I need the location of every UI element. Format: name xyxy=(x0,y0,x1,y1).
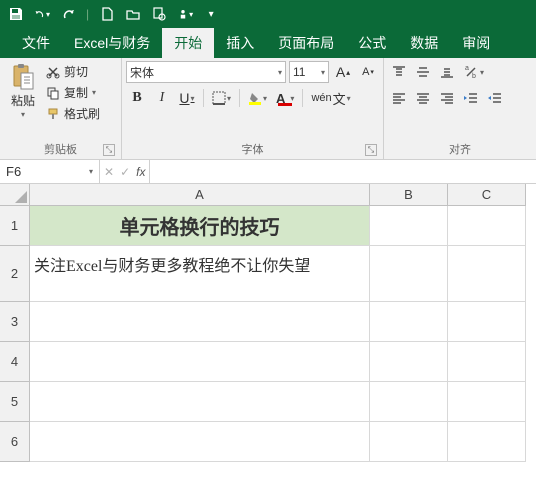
cell-B1[interactable] xyxy=(370,206,448,246)
open-file-icon[interactable] xyxy=(125,6,141,22)
customize-qat-icon[interactable]: ▾ xyxy=(203,6,219,22)
undo-icon[interactable]: ▾ xyxy=(34,6,50,22)
ribbon: 粘贴 ▾ 剪切 复制▾ 格式刷 剪贴板⤡ xyxy=(0,58,536,160)
format-painter-label: 格式刷 xyxy=(64,105,100,122)
alignment-group-label: 对齐 xyxy=(449,144,471,156)
underline-button[interactable]: U▾ xyxy=(176,87,198,109)
tab-6[interactable]: 数据 xyxy=(398,28,450,58)
cell-B5[interactable] xyxy=(370,382,448,422)
row-header-1[interactable]: 1 xyxy=(0,206,30,246)
increase-font-icon[interactable]: A▴ xyxy=(332,61,354,83)
group-alignment: ab▾ 对齐 xyxy=(384,58,536,159)
col-header-C[interactable]: C xyxy=(448,184,526,206)
cell-C5[interactable] xyxy=(448,382,526,422)
align-right-icon[interactable] xyxy=(436,87,458,109)
cell-A3[interactable] xyxy=(30,302,370,342)
quick-access-toolbar: ▾ | ▾ ▾ xyxy=(0,0,536,28)
cell-A2[interactable]: 关注Excel与财务更多教程绝不让你失望 xyxy=(30,246,370,302)
cell-C1[interactable] xyxy=(448,206,526,246)
row-header-6[interactable]: 6 xyxy=(0,422,30,462)
font-name-combo[interactable]: 宋体▾ xyxy=(126,61,286,83)
tab-3[interactable]: 插入 xyxy=(214,28,266,58)
decrease-font-icon[interactable]: A▾ xyxy=(357,61,379,83)
cancel-formula-icon[interactable]: ✕ xyxy=(104,165,114,179)
align-center-icon[interactable] xyxy=(412,87,434,109)
cell-B4[interactable] xyxy=(370,342,448,382)
font-launcher-icon[interactable]: ⤡ xyxy=(365,144,377,156)
fx-icon[interactable]: fx xyxy=(136,165,145,179)
svg-text:a: a xyxy=(465,65,469,72)
row-header-5[interactable]: 5 xyxy=(0,382,30,422)
cut-button[interactable]: 剪切 xyxy=(44,62,102,81)
save-icon[interactable] xyxy=(8,6,24,22)
col-header-B[interactable]: B xyxy=(370,184,448,206)
font-name-value: 宋体 xyxy=(130,64,154,81)
cut-label: 剪切 xyxy=(64,63,88,80)
cell-A4[interactable] xyxy=(30,342,370,382)
font-group-label: 字体 xyxy=(242,144,264,156)
ribbon-tabs: 文件Excel与财务开始插入页面布局公式数据审阅 xyxy=(0,28,536,58)
tab-1[interactable]: Excel与财务 xyxy=(62,28,162,58)
row-header-2[interactable]: 2 xyxy=(0,246,30,302)
tab-4[interactable]: 页面布局 xyxy=(266,28,346,58)
clipboard-group-label: 剪贴板 xyxy=(44,144,77,156)
copy-button[interactable]: 复制▾ xyxy=(44,83,102,102)
cell-A5[interactable] xyxy=(30,382,370,422)
tab-0[interactable]: 文件 xyxy=(10,28,62,58)
new-file-icon[interactable] xyxy=(99,6,115,22)
decrease-indent-icon[interactable] xyxy=(460,87,482,109)
cell-B6[interactable] xyxy=(370,422,448,462)
group-clipboard: 粘贴 ▾ 剪切 复制▾ 格式刷 剪贴板 ⤡ xyxy=(0,58,122,159)
spreadsheet-grid: ABC 123456 单元格换行的技巧关注Excel与财务更多教程绝不让你失望 xyxy=(0,184,536,500)
name-box[interactable]: F6▾ xyxy=(0,160,100,183)
name-box-value: F6 xyxy=(6,164,21,179)
align-left-icon[interactable] xyxy=(388,87,410,109)
align-bottom-icon[interactable] xyxy=(436,61,458,83)
column-headers: ABC xyxy=(30,184,526,206)
cell-A1[interactable]: 单元格换行的技巧 xyxy=(30,206,370,246)
print-preview-icon[interactable] xyxy=(151,6,167,22)
cell-C4[interactable] xyxy=(448,342,526,382)
cell-B3[interactable] xyxy=(370,302,448,342)
increase-indent-icon[interactable] xyxy=(484,87,506,109)
cell-C3[interactable] xyxy=(448,302,526,342)
align-middle-icon[interactable] xyxy=(412,61,434,83)
font-size-combo[interactable]: 11▾ xyxy=(289,61,329,83)
group-font: 宋体▾ 11▾ A▴ A▾ B I U▾ ▾ ▾ A▾ wén文▾ xyxy=(122,58,384,159)
align-top-icon[interactable] xyxy=(388,61,410,83)
select-all-corner[interactable] xyxy=(0,184,30,206)
cell-B2[interactable] xyxy=(370,246,448,302)
copy-label: 复制 xyxy=(64,84,88,101)
formula-bar: F6▾ ✕ ✓ fx xyxy=(0,160,536,184)
orientation-icon[interactable]: ab▾ xyxy=(460,61,487,83)
tab-5[interactable]: 公式 xyxy=(346,28,398,58)
fill-color-button[interactable]: ▾ xyxy=(245,87,270,109)
clipboard-launcher-icon[interactable]: ⤡ xyxy=(103,144,115,156)
paste-label: 粘贴 xyxy=(11,92,35,109)
row-header-4[interactable]: 4 xyxy=(0,342,30,382)
col-header-A[interactable]: A xyxy=(30,184,370,206)
enter-formula-icon[interactable]: ✓ xyxy=(120,165,130,179)
formula-input[interactable] xyxy=(150,160,536,183)
cell-C6[interactable] xyxy=(448,422,526,462)
cell-C2[interactable] xyxy=(448,246,526,302)
redo-icon[interactable] xyxy=(60,6,76,22)
tab-2[interactable]: 开始 xyxy=(162,28,214,58)
paste-button[interactable]: 粘贴 ▾ xyxy=(4,61,42,119)
border-button[interactable]: ▾ xyxy=(209,87,234,109)
row-header-3[interactable]: 3 xyxy=(0,302,30,342)
font-size-value: 11 xyxy=(293,65,305,79)
touch-mode-icon[interactable]: ▾ xyxy=(177,6,193,22)
format-painter-button[interactable]: 格式刷 xyxy=(44,104,102,123)
phonetic-guide-button[interactable]: wén文▾ xyxy=(308,87,353,109)
svg-text:b: b xyxy=(472,73,476,80)
cell-A6[interactable] xyxy=(30,422,370,462)
cells-area[interactable]: 单元格换行的技巧关注Excel与财务更多教程绝不让你失望 xyxy=(30,206,536,500)
font-color-button[interactable]: A▾ xyxy=(273,87,297,109)
tab-7[interactable]: 审阅 xyxy=(450,28,502,58)
bold-button[interactable]: B xyxy=(126,87,148,109)
row-headers: 123456 xyxy=(0,206,30,500)
italic-button[interactable]: I xyxy=(151,87,173,109)
